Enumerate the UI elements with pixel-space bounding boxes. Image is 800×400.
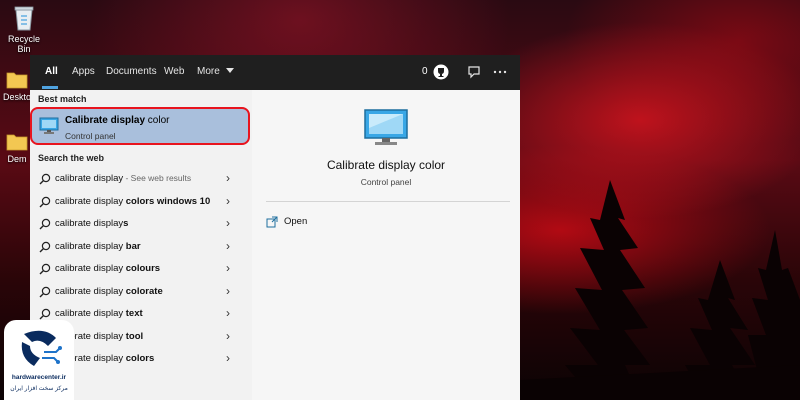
desktop-folder-icon[interactable]: Deskto — [2, 68, 32, 102]
chevron-right-icon[interactable]: › — [226, 351, 230, 365]
desktop-folder-label: Deskto — [2, 92, 31, 102]
chevron-right-icon[interactable]: › — [226, 171, 230, 185]
hardwarecenter-watermark: hardwarecenter.ir مرکز سخت افزار ایران — [4, 320, 74, 400]
open-action[interactable]: Open — [266, 214, 386, 234]
recycle-bin-label: Recycle Bin — [7, 34, 40, 54]
watermark-brand: hardwarecenter.ir — [11, 374, 67, 381]
tab-more-label: More — [197, 66, 220, 77]
trophy-icon[interactable] — [433, 64, 449, 80]
detail-subtitle: Control panel — [360, 177, 412, 187]
feedback-icon[interactable] — [466, 64, 482, 80]
open-window-icon — [266, 216, 278, 228]
search-icon — [39, 241, 51, 252]
chevron-right-icon[interactable]: › — [226, 216, 230, 230]
suggestion-text: calibrate display colors windows 10 — [55, 195, 211, 207]
suggestion-text: calibrate display colours — [55, 263, 161, 274]
chevron-right-icon[interactable]: › — [226, 284, 230, 298]
suggestion-text: calibrate displays — [55, 218, 129, 229]
tab-apps[interactable]: Apps — [72, 66, 95, 77]
tab-all[interactable]: All — [45, 66, 58, 77]
rewards-points-count: 0 — [422, 66, 428, 77]
monitor-icon — [364, 109, 408, 145]
web-suggestion-item[interactable]: calibrate display colors windows 10 › — [30, 191, 252, 213]
web-suggestion-item[interactable]: calibrate display colorate › — [30, 281, 252, 303]
detail-divider — [266, 201, 510, 202]
search-icon — [39, 308, 51, 320]
search-icon — [39, 196, 51, 207]
best-match-item[interactable]: Calibrate display color Control panel — [30, 107, 250, 145]
watermark-tagline: مرکز سخت افزار ایران — [10, 386, 68, 392]
demo-folder-icon[interactable]: Dem — [2, 130, 32, 164]
folder-icon — [6, 134, 28, 151]
best-match-heading: Best match — [38, 94, 87, 104]
chevron-right-icon[interactable]: › — [226, 194, 230, 208]
chevron-down-icon — [225, 68, 234, 74]
recycle-bin-desktop-icon[interactable]: Recycle Bin — [2, 4, 46, 54]
demo-folder-label: Dem — [7, 154, 27, 164]
best-match-title: Calibrate display color — [65, 115, 170, 126]
recycle-bin-icon — [14, 6, 34, 31]
tab-web[interactable]: Web — [164, 66, 184, 77]
circuit-logo-icon — [21, 330, 62, 366]
search-icon — [39, 286, 51, 297]
active-tab-indicator — [42, 86, 58, 89]
web-suggestion-item[interactable]: calibrate display - See web results › — [30, 168, 252, 190]
web-suggestion-item[interactable]: calibrate displays › — [30, 213, 252, 235]
suggestion-text: calibrate display colorate — [55, 285, 163, 297]
more-options-icon[interactable] — [492, 64, 508, 80]
open-action-label: Open — [284, 216, 308, 227]
search-icon — [39, 263, 51, 275]
search-icon — [39, 218, 51, 230]
chevron-right-icon[interactable]: › — [226, 306, 230, 320]
search-tabs-bar: All Apps Documents Web More 0 — [30, 55, 520, 90]
suggestion-text: calibrate display - See web results — [55, 173, 192, 184]
detail-title: Calibrate display color — [326, 158, 446, 172]
suggestion-text: calibrate display text — [55, 308, 143, 319]
tab-documents[interactable]: Documents — [106, 66, 157, 77]
chevron-right-icon[interactable]: › — [226, 239, 230, 253]
folder-icon — [6, 72, 28, 89]
trees-silhouette — [520, 180, 800, 400]
best-match-subtitle: Control panel — [65, 131, 116, 141]
search-web-heading: Search the web — [38, 153, 105, 163]
chevron-right-icon[interactable]: › — [226, 261, 230, 275]
web-suggestion-item[interactable]: calibrate display bar › — [30, 236, 252, 258]
monitor-icon — [39, 117, 59, 134]
detail-pane: Calibrate display color Control panel Op… — [252, 90, 520, 400]
search-icon — [39, 173, 51, 185]
tab-more[interactable]: More — [197, 66, 234, 77]
web-suggestion-item[interactable]: calibrate display colours › — [30, 258, 252, 280]
suggestion-text: calibrate display bar — [55, 240, 141, 252]
chevron-right-icon[interactable]: › — [226, 329, 230, 343]
search-panel: All Apps Documents Web More 0 Best match — [30, 55, 520, 400]
